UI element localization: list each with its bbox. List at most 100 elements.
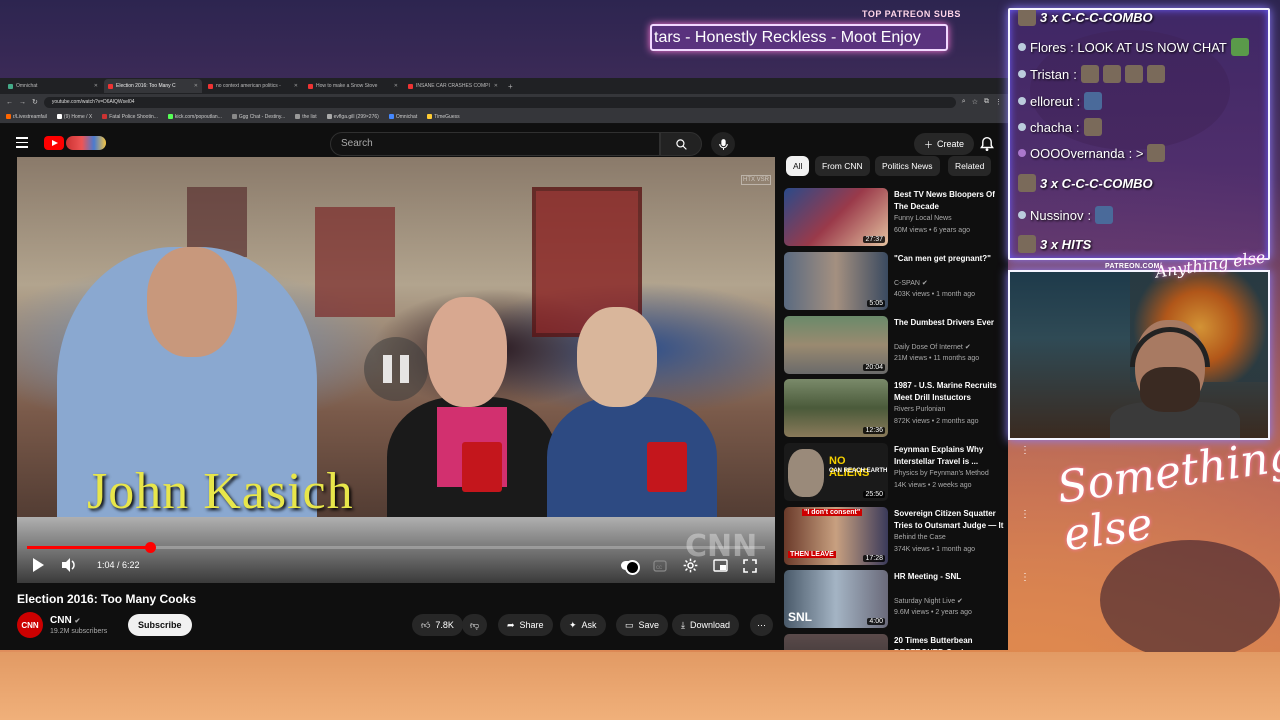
bookmark-item[interactable]: Fatal Police Shootin... xyxy=(102,114,158,120)
forward-icon[interactable]: → xyxy=(19,99,26,106)
settings-gear-icon[interactable] xyxy=(683,558,698,573)
bookmark-item[interactable]: the list xyxy=(295,114,317,120)
time-display: 1:04 / 6:22 xyxy=(97,560,140,570)
reload-icon[interactable]: ↻ xyxy=(32,98,38,106)
recommendation-item[interactable]: SNL 4:00 HR Meeting - SNL Saturday Night… xyxy=(784,570,1030,630)
more-options-icon[interactable]: ⋮ xyxy=(1020,445,1030,456)
channel-name[interactable]: CNN ✔ xyxy=(50,615,80,626)
duration-badge: 27:37 xyxy=(863,236,885,243)
youtube-logo[interactable] xyxy=(44,136,106,150)
recommendation-item[interactable]: 20:04 The Dumbest Drivers Ever Daily Dos… xyxy=(784,316,1008,376)
search-input[interactable]: Search xyxy=(330,132,660,156)
close-icon[interactable]: ✕ xyxy=(294,83,298,89)
voice-search-button[interactable] xyxy=(711,132,735,156)
bookmark-favicon-icon xyxy=(102,114,108,119)
recommendation-channel: Physics by Feynman's Method xyxy=(894,470,989,477)
like-button[interactable]: 👍︎ 7.8K xyxy=(412,614,463,636)
bookmark-item[interactable]: Ggg Chat - Destiny... xyxy=(231,114,285,120)
extensions-icon[interactable]: ⧉ xyxy=(984,98,989,106)
hamburger-menu-icon[interactable] xyxy=(16,137,28,149)
star-icon[interactable]: ☆ xyxy=(972,98,978,106)
close-icon[interactable]: ✕ xyxy=(194,83,198,89)
palm-silhouette xyxy=(1100,540,1280,660)
play-icon[interactable] xyxy=(31,557,45,573)
download-button[interactable]: ⤓ Download xyxy=(672,614,740,636)
recommendation-channel: Daily Dose Of Internet ✔ xyxy=(894,343,971,351)
url-field[interactable]: youtube.com/watch?v=D6AlQWsel04 xyxy=(43,96,956,108)
browser-tab[interactable]: INSANE CAR CRASHES COMPI ✕ xyxy=(404,79,502,93)
captions-icon[interactable]: cc xyxy=(653,560,667,572)
share-button[interactable]: ➦ Share xyxy=(498,614,553,636)
close-icon[interactable]: ✕ xyxy=(494,83,498,89)
chat-message: 3 x C-C-C-COMBO xyxy=(1018,174,1153,192)
tab-label: no context american politics - xyxy=(216,83,281,89)
chip-politics-news[interactable]: Politics News xyxy=(875,156,940,176)
dislike-button[interactable]: 👎︎ xyxy=(462,614,488,636)
pause-overlay-icon[interactable] xyxy=(364,337,428,401)
bookmark-item[interactable]: kick.com/popoutlan... xyxy=(167,114,222,120)
notifications-button[interactable] xyxy=(980,136,994,157)
recommendation-channel: Behind the Case xyxy=(894,534,946,541)
chip-all[interactable]: All xyxy=(786,156,810,176)
miniplayer-icon[interactable] xyxy=(713,559,728,572)
browser-tab[interactable]: How to make a Snow Stove ✕ xyxy=(304,79,402,93)
recommendation-item[interactable]: 5:05 "Can men get pregnant?" C-SPAN ✔ 40… xyxy=(784,252,1008,312)
recommendation-meta: 872K views • 2 months ago xyxy=(894,418,979,425)
recommendation-channel: C-SPAN ✔ xyxy=(894,279,928,287)
video-thumbnail: 27:37 xyxy=(784,188,888,246)
bookmark-item[interactable]: r/Livestreamfail xyxy=(6,114,47,120)
recommendation-item[interactable]: NO ALIENS CAN REACH EARTH 25:50 Feynman … xyxy=(784,443,1030,503)
close-icon[interactable]: ✕ xyxy=(394,83,398,89)
menu-dots-icon[interactable]: ⋮ xyxy=(995,98,1002,106)
save-button[interactable]: ▭ Save xyxy=(616,614,669,636)
bookmark-item[interactable]: Omnichat xyxy=(388,114,417,120)
create-button[interactable]: ＋ Create xyxy=(914,133,975,155)
zoom-icon[interactable]: ⌕ xyxy=(962,98,966,106)
autoplay-toggle[interactable] xyxy=(621,560,640,575)
video-title: Election 2016: Too Many Cooks xyxy=(17,592,197,606)
ticker-label: TOP PATREON SUBS xyxy=(862,9,961,19)
chat-message: 3 x HITS xyxy=(1018,235,1091,253)
chat-message: elloreut: xyxy=(1018,92,1103,110)
bookmark-item[interactable]: (9) Home / X xyxy=(56,114,92,120)
chip-related[interactable]: Related xyxy=(948,156,992,176)
more-actions-button[interactable]: ⋯ xyxy=(750,614,773,636)
thumbnail-portrait xyxy=(788,449,824,497)
browser-tab-active[interactable]: Election 2016: Too Many C ✕ xyxy=(104,79,202,93)
search-icon xyxy=(675,138,687,150)
recommendation-meta: 21M views • 11 months ago xyxy=(894,355,980,362)
video-player[interactable]: HTX VSR John Kasich CNN 1:04 / 6:22 cc xyxy=(17,157,775,583)
recommendation-title: "Can men get pregnant?" xyxy=(894,254,991,263)
fullscreen-icon[interactable] xyxy=(743,559,757,573)
back-icon[interactable]: ← xyxy=(6,99,13,106)
ask-button[interactable]: ✦ Ask xyxy=(560,614,606,636)
like-count: 7.8K xyxy=(435,620,454,630)
recommendation-item[interactable]: "I don't consent" THEN LEAVE 17:28 Sover… xyxy=(784,507,1030,567)
recommendation-meta: 9.6M views • 2 years ago xyxy=(894,609,972,616)
recommendation-item[interactable]: 12:36 1987 - U.S. Marine Recruits Meet D… xyxy=(784,379,1008,439)
bookmark-favicon-icon xyxy=(388,114,394,119)
recommendation-title: Best TV News Bloopers Of The Decade xyxy=(894,190,995,211)
progress-bar[interactable] xyxy=(27,542,765,553)
subscribe-button[interactable]: Subscribe xyxy=(128,614,192,636)
recommendation-item[interactable]: 20 Times Butterbean DESTROYED Cocky Oppo… xyxy=(784,634,1008,650)
volume-icon[interactable] xyxy=(61,557,77,573)
channel-avatar[interactable]: CNN xyxy=(17,612,43,638)
chat-username: Flores xyxy=(1030,39,1067,55)
recommendation-channel: Saturday Night Live ✔ xyxy=(894,597,963,605)
bookmark-item[interactable]: evflga.gill (299×276) xyxy=(326,114,379,120)
browser-tab[interactable]: no context american politics - ✕ xyxy=(204,79,302,93)
bookmark-favicon-icon xyxy=(427,114,433,119)
channel-text: Saturday Night Live xyxy=(894,598,956,605)
more-options-icon[interactable]: ⋮ xyxy=(1020,509,1030,520)
bookmark-item[interactable]: TimeGuess xyxy=(427,114,460,120)
chip-from-cnn[interactable]: From CNN xyxy=(815,156,870,176)
close-icon[interactable]: ✕ xyxy=(94,83,98,89)
new-tab-icon[interactable]: + xyxy=(504,82,517,91)
search-button[interactable] xyxy=(660,132,702,156)
video-thumbnail: 20:04 xyxy=(784,316,888,374)
more-options-icon[interactable]: ⋮ xyxy=(1020,572,1030,583)
recommendation-item[interactable]: 27:37 Best TV News Bloopers Of The Decad… xyxy=(784,188,1008,248)
thumbs-up-icon: 👍︎ xyxy=(421,619,431,630)
browser-tab[interactable]: Omnichat ✕ xyxy=(4,79,102,93)
